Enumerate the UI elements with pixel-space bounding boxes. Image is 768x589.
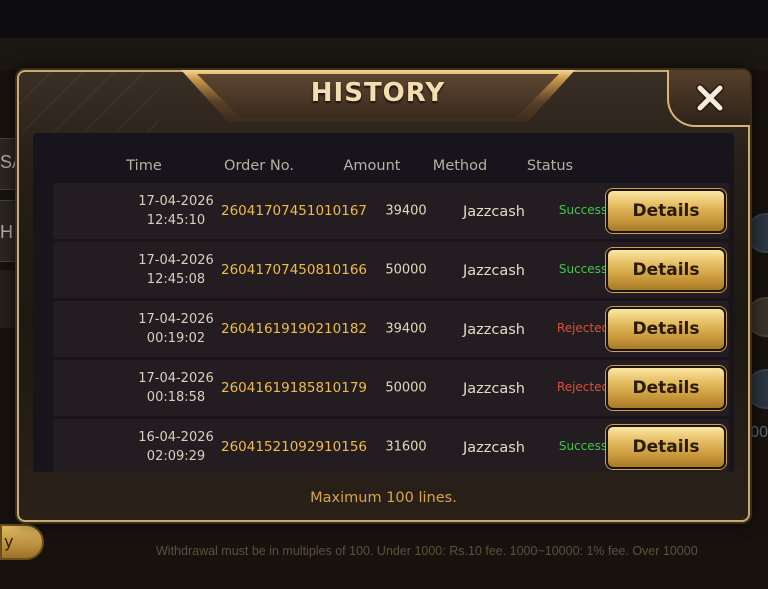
time-cell: 17-04-2026 12:45:10 <box>138 192 214 230</box>
amount-value: 50000 <box>385 380 427 396</box>
status-badge: Rejected <box>556 321 610 335</box>
date-text: 17-04-2026 <box>138 312 214 327</box>
status-badge: Rejected <box>556 380 610 394</box>
max-lines-note: Maximum 100 lines. <box>310 490 457 506</box>
header-band <box>0 38 768 70</box>
bg-left-text-b: H <box>0 222 13 242</box>
order-number: 26041707450810166 <box>220 262 368 278</box>
time-text: 00:19:02 <box>146 331 206 346</box>
time-text: 00:18:58 <box>146 390 206 405</box>
top-bar <box>0 0 768 38</box>
time-cell: 17-04-2026 00:19:02 <box>138 310 214 348</box>
close-button[interactable] <box>667 70 750 127</box>
amount-value: 39400 <box>385 321 427 337</box>
details-button[interactable]: Details <box>606 307 726 351</box>
amount-value: 31600 <box>385 439 427 455</box>
details-button[interactable]: Details <box>606 425 726 469</box>
time-cell: 17-04-2026 00:18:58 <box>138 369 214 407</box>
method-value: Jazzcash <box>463 204 525 220</box>
close-icon <box>695 83 724 112</box>
table-row: 17-04-2026 00:18:58 26041619185810179 50… <box>53 360 729 416</box>
details-button[interactable]: Details <box>606 366 726 410</box>
order-number: 26041619190210182 <box>220 321 368 337</box>
table-row: 17-04-2026 00:19:02 26041619190210182 39… <box>53 301 729 357</box>
order-number: 26041619185810179 <box>220 380 368 396</box>
method-value: Jazzcash <box>463 322 525 338</box>
order-number: 26041707451010167 <box>220 203 368 219</box>
method-value: Jazzcash <box>463 381 525 397</box>
table-header: Time Order No. Amount Method Status <box>33 133 734 181</box>
history-table: Time Order No. Amount Method Status 17-0… <box>33 133 734 472</box>
date-text: 17-04-2026 <box>138 194 214 209</box>
date-text: 17-04-2026 <box>138 371 214 386</box>
status-badge: Success <box>558 203 608 217</box>
modal-decoration <box>19 72 159 132</box>
modal-title: HISTORY <box>310 78 446 108</box>
bg-bottom-button: y <box>0 524 44 560</box>
amount-value: 39400 <box>385 203 427 219</box>
withdrawal-fee-note: Withdrawal must be in multiples of 100. … <box>156 544 698 558</box>
details-button[interactable]: Details <box>606 248 726 292</box>
table-row: 17-04-2026 12:45:10 26041707451010167 39… <box>53 183 729 239</box>
order-number: 26041521092910156 <box>220 439 368 455</box>
bg-right-text: 00 <box>750 424 768 441</box>
column-header-amount: Amount <box>343 158 401 174</box>
time-cell: 17-04-2026 12:45:08 <box>138 251 214 289</box>
time-text: 12:45:08 <box>146 272 206 287</box>
status-badge: Success <box>558 262 608 276</box>
column-header-method: Method <box>432 158 488 174</box>
method-value: Jazzcash <box>463 440 525 456</box>
column-header-status: Status <box>526 158 574 174</box>
status-badge: Success <box>558 439 608 453</box>
amount-value: 50000 <box>385 262 427 278</box>
table-row: 16-04-2026 02:09:29 26041521092910156 31… <box>53 419 729 472</box>
date-text: 16-04-2026 <box>138 430 214 445</box>
details-button[interactable]: Details <box>606 189 726 233</box>
date-text: 17-04-2026 <box>138 253 214 268</box>
time-text: 12:45:10 <box>146 213 206 228</box>
method-value: Jazzcash <box>463 263 525 279</box>
time-cell: 16-04-2026 02:09:29 <box>138 428 214 466</box>
time-text: 02:09:29 <box>146 449 206 464</box>
table-row: 17-04-2026 12:45:08 26041707450810166 50… <box>53 242 729 298</box>
column-header-time: Time <box>126 158 162 174</box>
column-header-order: Order No. <box>224 158 294 174</box>
